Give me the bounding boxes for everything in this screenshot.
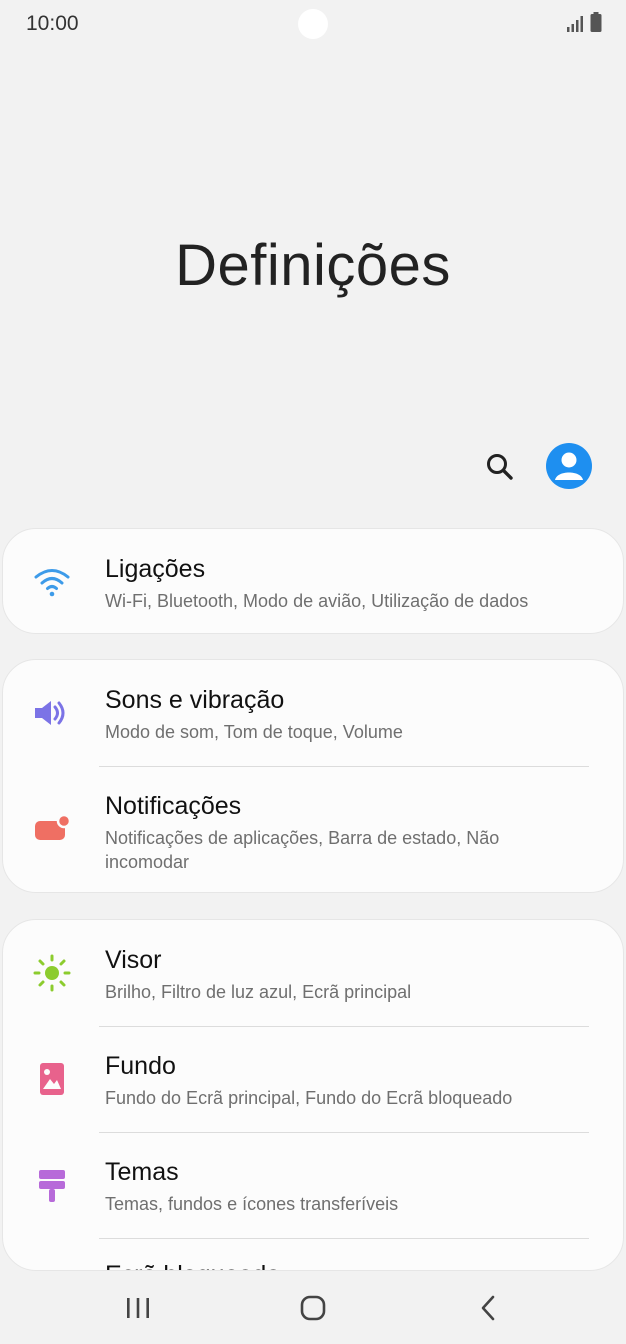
profile-icon: [555, 452, 583, 480]
settings-item-wallpaper[interactable]: Fundo Fundo do Ecrã principal, Fundo do …: [3, 1027, 623, 1133]
settings-item-label: Ligações: [105, 555, 206, 583]
home-icon: [300, 1295, 326, 1321]
settings-item-subtitle: Wi-Fi, Bluetooth, Modo de avião, Utiliza…: [105, 591, 529, 611]
settings-item-label: Notificações: [105, 792, 242, 820]
back-button[interactable]: [468, 1290, 508, 1326]
wallpaper-icon: [33, 1060, 71, 1098]
speaker-icon: [33, 694, 71, 732]
settings-item-connections[interactable]: Ligações Wi-Fi, Bluetooth, Modo de avião…: [3, 529, 623, 635]
front-camera: [298, 9, 328, 39]
settings-group-display: Visor Brilho, Filtro de luz azul, Ecrã p…: [2, 919, 624, 1271]
settings-item-subtitle: Notificações de aplicações, Barra de est…: [105, 828, 500, 872]
settings-item-sounds[interactable]: Sons e vibração Modo de som, Tom de toqu…: [3, 660, 623, 766]
settings-item-display[interactable]: Visor Brilho, Filtro de luz azul, Ecrã p…: [3, 920, 623, 1026]
signal-icon: [567, 16, 583, 32]
status-time: 10:00: [26, 12, 79, 35]
settings-item-label: Visor: [105, 946, 162, 974]
settings-item-label: Sons e vibração: [105, 686, 285, 714]
settings-item-subtitle: Fundo do Ecrã principal, Fundo do Ecrã b…: [105, 1088, 513, 1108]
profile-button[interactable]: [546, 443, 592, 489]
search-icon: [487, 454, 513, 480]
page-title: Definições: [175, 233, 451, 298]
notification-icon: [33, 809, 71, 847]
brightness-icon: [33, 954, 71, 992]
home-button[interactable]: [293, 1290, 333, 1326]
recents-icon: [127, 1298, 149, 1318]
settings-item-subtitle: Temas, fundos e ícones transferíveis: [105, 1194, 399, 1214]
settings-item-label: Temas: [105, 1158, 179, 1186]
settings-item-subtitle: Modo de som, Tom de toque, Volume: [105, 722, 403, 742]
settings-item-label: Fundo: [105, 1052, 176, 1080]
recents-button[interactable]: [118, 1290, 158, 1326]
themes-icon: [33, 1167, 71, 1205]
settings-group-sound-notifications: Sons e vibração Modo de som, Tom de toqu…: [2, 659, 624, 893]
back-icon: [481, 1295, 495, 1321]
settings-item-lock-screen[interactable]: Ecrã bloqueado: [3, 1239, 623, 1270]
search-button[interactable]: [484, 451, 516, 483]
status-icons: [566, 12, 602, 32]
settings-item-themes[interactable]: Temas Temas, fundos e ícones transferíve…: [3, 1133, 623, 1239]
battery-icon: [590, 12, 602, 32]
settings-item-notifications[interactable]: Notificações Notificações de aplicações,…: [3, 767, 623, 894]
status-bar: 10:00: [0, 0, 626, 48]
navigation-bar: [0, 1270, 626, 1344]
settings-item-subtitle: Brilho, Filtro de luz azul, Ecrã princip…: [105, 982, 412, 1002]
wifi-icon: [33, 563, 71, 601]
settings-group-connections: Ligações Wi-Fi, Bluetooth, Modo de avião…: [2, 528, 624, 634]
